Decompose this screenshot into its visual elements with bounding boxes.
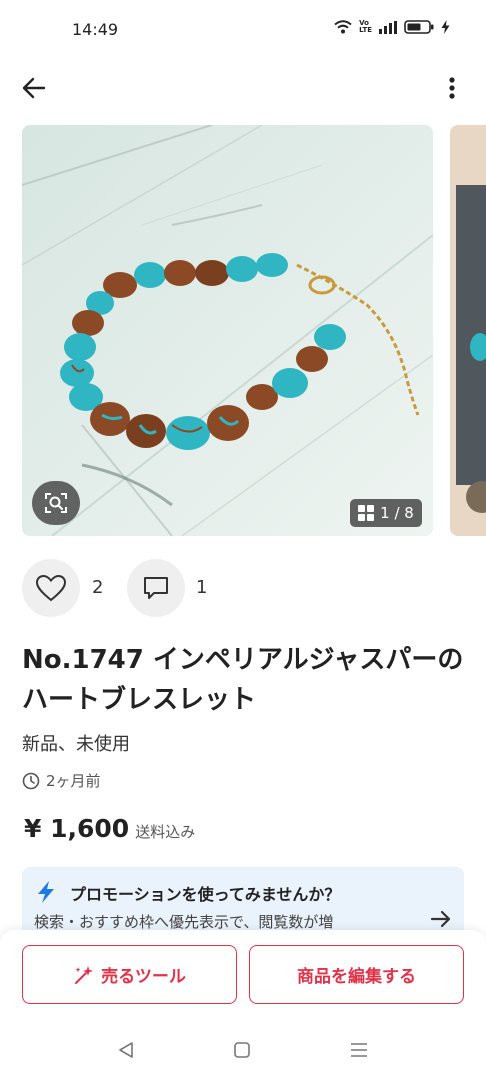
bottom-action-bar: 売るツール 商品を編集する — [0, 930, 486, 1080]
selling-tools-label: 売るツール — [101, 967, 186, 987]
wifi-icon — [334, 20, 352, 34]
menu-lines-icon — [351, 1043, 367, 1057]
selling-tools-button[interactable]: 売るツール — [22, 945, 237, 1004]
charging-icon — [441, 20, 450, 34]
price: ¥ 1,600 — [24, 814, 130, 843]
square-home-icon — [234, 1042, 250, 1058]
system-recents-button[interactable] — [349, 1039, 369, 1061]
more-vertical-icon — [449, 77, 455, 99]
triangle-back-icon — [119, 1042, 133, 1058]
back-button[interactable] — [18, 72, 50, 104]
comment-button[interactable] — [127, 559, 185, 617]
system-home-button[interactable] — [232, 1039, 252, 1061]
product-photo[interactable] — [22, 125, 433, 536]
like-button[interactable] — [22, 559, 80, 617]
item-title: No.1747 インペリアルジャスパーのハートブレスレット — [22, 645, 464, 715]
photo-counter[interactable]: 1 / 8 — [350, 499, 422, 527]
back-arrow-icon — [22, 77, 46, 99]
like-count: 2 — [92, 577, 104, 598]
status-bar: 14:49 Vo LTE — [0, 0, 486, 60]
item-condition: 新品、未使用 — [22, 734, 130, 755]
image-search-button[interactable] — [32, 481, 80, 525]
shipping-label: 送料込み — [135, 823, 196, 841]
photo-counter-text: 1 / 8 — [380, 504, 414, 522]
system-back-button[interactable] — [116, 1039, 136, 1061]
next-photo-preview[interactable] — [450, 125, 486, 536]
image-search-icon — [45, 493, 67, 513]
battery-icon — [404, 20, 434, 34]
comment-count: 1 — [196, 577, 208, 598]
signal-icon — [379, 20, 397, 34]
bracelet-photo — [22, 125, 433, 536]
posted-time: 2ヶ月前 — [22, 770, 101, 791]
promotion-title: プロモーションを使ってみませんか？ — [70, 885, 341, 904]
volte-icon: Vo LTE — [359, 19, 372, 34]
posted-time-text: 2ヶ月前 — [46, 772, 101, 790]
sparkle-wand-icon — [75, 965, 94, 984]
clock-icon — [22, 772, 40, 789]
price-row: ¥ 1,600 送料込み — [24, 814, 195, 843]
promotion-body: 検索・おすすめ枠へ優先表示で、閲覧数が増 — [34, 913, 334, 931]
arrow-right-icon — [430, 910, 451, 928]
status-time: 14:49 — [72, 20, 119, 39]
comment-icon — [144, 577, 168, 599]
next-photo-thumbnail — [450, 125, 486, 536]
lightning-icon — [38, 881, 54, 903]
edit-item-button[interactable]: 商品を編集する — [249, 945, 464, 1004]
heart-icon — [35, 574, 67, 602]
more-options-button[interactable] — [438, 72, 466, 104]
edit-item-label: 商品を編集する — [297, 967, 416, 987]
status-icons: Vo LTE — [334, 20, 450, 34]
grid-icon — [358, 505, 375, 521]
